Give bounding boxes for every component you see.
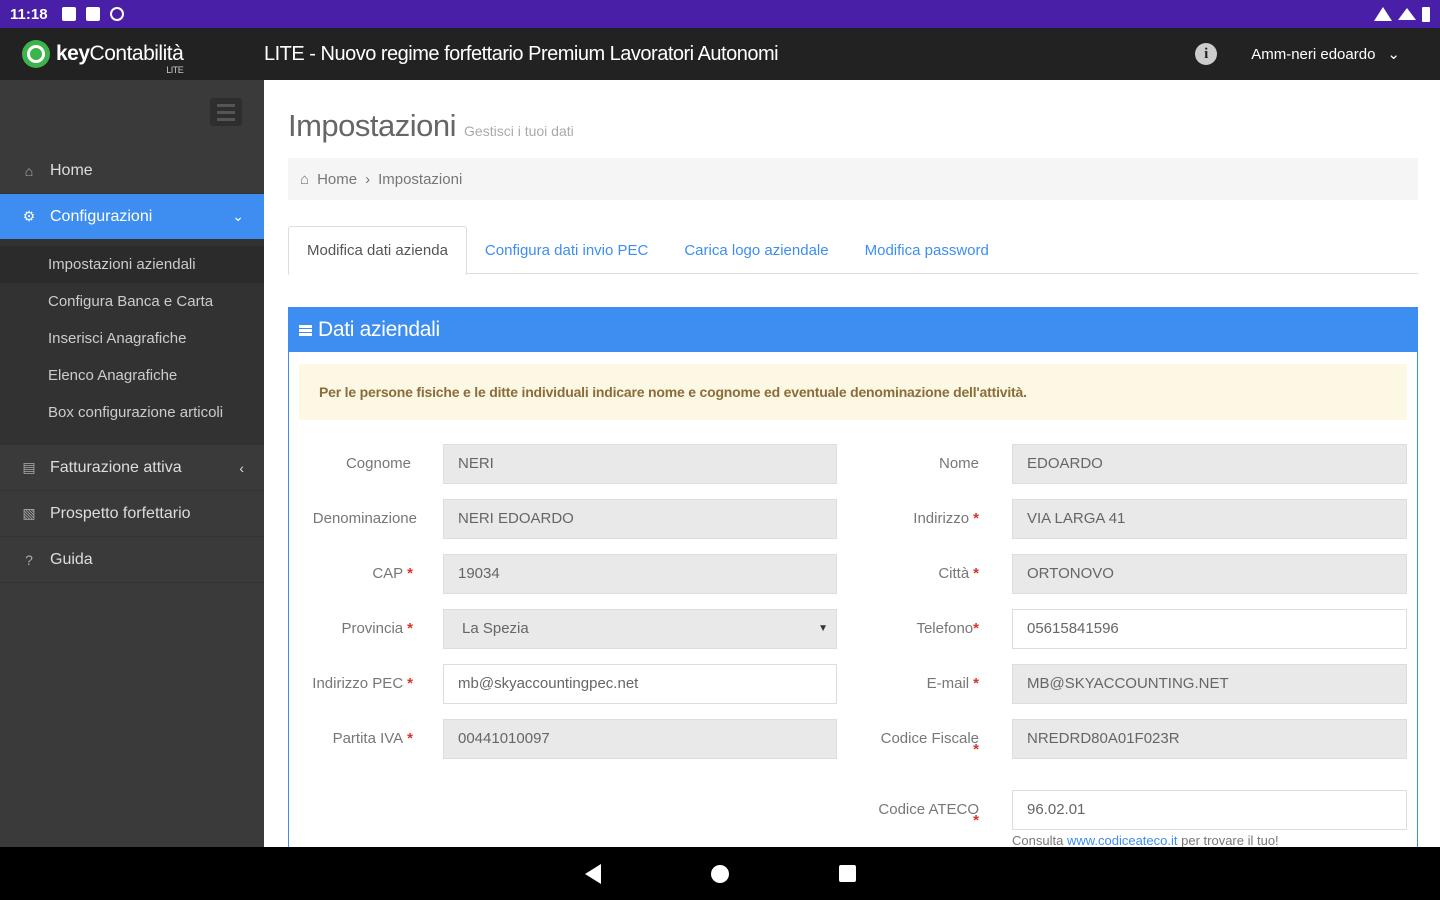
indirizzo-label: Indirizzo * bbox=[913, 510, 979, 527]
citta-label: Città * bbox=[938, 565, 979, 582]
info-icon[interactable]: i bbox=[1195, 43, 1218, 65]
ateco-field[interactable]: 96.02.01 bbox=[1012, 790, 1407, 830]
gears-icon: ⚙ bbox=[22, 208, 36, 224]
logo-icon bbox=[22, 40, 50, 68]
breadcrumb-home[interactable]: Home bbox=[317, 171, 357, 188]
email-field[interactable]: MB@SKYACCOUNTING.NET bbox=[1012, 664, 1407, 704]
document-icon: ▤ bbox=[22, 459, 36, 475]
submenu-box-articoli[interactable]: Box configurazione articoli bbox=[0, 394, 264, 431]
sidebar-item-label: Fatturazione attiva bbox=[50, 458, 182, 476]
sidebar-item-home[interactable]: ⌂ Home bbox=[0, 148, 264, 194]
cf-required: * bbox=[973, 741, 979, 758]
ateco-help: Consulta www.codiceateco.it per trovare … bbox=[1012, 833, 1279, 847]
submenu-configura-banca[interactable]: Configura Banca e Carta bbox=[0, 283, 264, 320]
sidebar: ⌂ Home ⚙ Configurazioni ⌄ Impostazioni a… bbox=[0, 80, 264, 847]
info-alert: Per le persone fisiche e le ditte indivi… bbox=[299, 364, 1407, 420]
breadcrumb-current: Impostazioni bbox=[378, 170, 463, 188]
dropdown-arrow-icon: ▼ bbox=[818, 623, 828, 634]
cf-field[interactable]: NREDRD80A01F023R bbox=[1012, 719, 1407, 759]
sidebar-item-fatturazione[interactable]: ▤ Fatturazione attiva ‹ bbox=[0, 445, 264, 491]
submenu-impostazioni-aziendali[interactable]: Impostazioni aziendali bbox=[0, 246, 264, 283]
provincia-select[interactable]: La Spezia ▼ bbox=[443, 609, 837, 649]
denominazione-field[interactable]: NERI EDOARDO bbox=[443, 499, 837, 539]
notification-icon bbox=[61, 7, 76, 21]
panel-header: Dati aziendali bbox=[289, 308, 1417, 352]
indirizzo-field[interactable]: VIA LARGA 41 bbox=[1012, 499, 1407, 539]
status-time: 11:18 bbox=[10, 5, 48, 23]
question-icon: ? bbox=[25, 551, 33, 568]
android-nav-bar bbox=[0, 847, 1440, 900]
ateco-required: * bbox=[973, 812, 979, 829]
book-icon: ▧ bbox=[22, 505, 36, 521]
tab-modifica-password[interactable]: Modifica password bbox=[847, 226, 1007, 274]
app-logo[interactable]: keyContabilità LITE bbox=[0, 40, 264, 75]
provincia-label: Provincia * bbox=[341, 620, 413, 637]
tab-configura-pec[interactable]: Configura dati invio PEC bbox=[467, 226, 666, 274]
logo-rest: Contabilità bbox=[89, 42, 184, 65]
sd-card-icon bbox=[85, 7, 100, 21]
submenu-elenco-anagrafiche[interactable]: Elenco Anagrafiche bbox=[0, 357, 264, 394]
piva-field[interactable]: 00441010097 bbox=[443, 719, 837, 759]
user-name: Amm-neri edoardo bbox=[1251, 45, 1376, 63]
back-icon[interactable] bbox=[584, 863, 601, 884]
home-icon: ⌂ bbox=[300, 170, 310, 188]
telefono-field[interactable]: 05615841596 bbox=[1012, 609, 1407, 649]
cap-field[interactable]: 19034 bbox=[443, 554, 837, 594]
home-button-icon[interactable] bbox=[710, 864, 729, 883]
list-icon bbox=[299, 324, 312, 336]
logo-sub: LITE bbox=[166, 65, 184, 75]
citta-field[interactable]: ORTONOVO bbox=[1012, 554, 1407, 594]
recents-icon[interactable] bbox=[838, 865, 856, 882]
cognome-field[interactable]: NERI bbox=[443, 444, 837, 484]
page-title: Impostazioni bbox=[288, 108, 457, 143]
user-menu[interactable]: Amm-neri edoardo ⌄ bbox=[1251, 45, 1400, 64]
piva-label: Partita IVA * bbox=[332, 730, 413, 747]
email-label: E-mail * bbox=[926, 675, 979, 692]
tab-carica-logo[interactable]: Carica logo aziendale bbox=[666, 226, 846, 274]
breadcrumb-separator: › bbox=[365, 170, 371, 188]
submenu-inserisci-anagrafiche[interactable]: Inserisci Anagrafiche bbox=[0, 320, 264, 357]
logo-bold: key bbox=[56, 42, 90, 65]
nome-label: Nome bbox=[938, 455, 979, 472]
wifi-icon bbox=[1374, 7, 1392, 21]
chevron-down-icon: ⌄ bbox=[232, 208, 244, 224]
top-bar: keyContabilità LITE LITE - Nuovo regime … bbox=[0, 28, 1440, 80]
main-content: Impostazioni Gestisci i tuoi dati ⌂ Home… bbox=[264, 80, 1440, 847]
sidebar-item-label: Home bbox=[50, 161, 93, 179]
sidebar-item-label: Configurazioni bbox=[50, 207, 153, 225]
panel-title: Dati aziendali bbox=[318, 318, 440, 341]
sync-icon bbox=[109, 7, 124, 21]
sidebar-item-label: Guida bbox=[50, 550, 93, 568]
denominazione-label: Denominazione bbox=[312, 510, 417, 527]
sidebar-nav: ⌂ Home ⚙ Configurazioni ⌄ Impostazioni a… bbox=[0, 148, 264, 583]
tab-modifica-dati[interactable]: Modifica dati azienda bbox=[288, 226, 467, 275]
dati-aziendali-panel: Dati aziendali Per le persone fisiche e … bbox=[288, 307, 1418, 847]
telefono-label: Telefono* bbox=[916, 620, 979, 637]
pec-label: Indirizzo PEC * bbox=[312, 675, 413, 692]
sidebar-item-label: Prospetto forfettario bbox=[50, 504, 191, 522]
codiceateco-link[interactable]: www.codiceateco.it bbox=[1067, 833, 1178, 847]
signal-icon bbox=[1398, 8, 1416, 20]
sidebar-submenu: Impostazioni aziendali Configura Banca e… bbox=[0, 240, 264, 445]
tab-bar: Modifica dati azienda Configura dati inv… bbox=[288, 226, 1418, 275]
chevron-left-icon: ‹ bbox=[239, 459, 244, 476]
sidebar-item-guida[interactable]: ? Guida bbox=[0, 537, 264, 583]
sidebar-item-prospetto[interactable]: ▧ Prospetto forfettario bbox=[0, 491, 264, 537]
menu-toggle-button[interactable] bbox=[210, 98, 242, 126]
battery-icon bbox=[1422, 6, 1430, 22]
nome-field[interactable]: EDOARDO bbox=[1012, 444, 1407, 484]
pec-field[interactable]: mb@skyaccountingpec.net bbox=[443, 664, 837, 704]
cap-label: CAP * bbox=[372, 565, 413, 582]
app-title: LITE - Nuovo regime forfettario Premium … bbox=[264, 42, 779, 65]
page-subtitle: Gestisci i tuoi dati bbox=[464, 123, 574, 139]
cognome-label: Cognome bbox=[345, 455, 411, 472]
sidebar-item-configurazioni[interactable]: ⚙ Configurazioni ⌄ bbox=[0, 194, 264, 240]
chevron-down-icon: ⌄ bbox=[1387, 46, 1400, 63]
breadcrumb: ⌂ Home › Impostazioni bbox=[288, 158, 1418, 200]
status-bar: 11:18 bbox=[0, 0, 1440, 28]
home-icon: ⌂ bbox=[24, 162, 34, 179]
